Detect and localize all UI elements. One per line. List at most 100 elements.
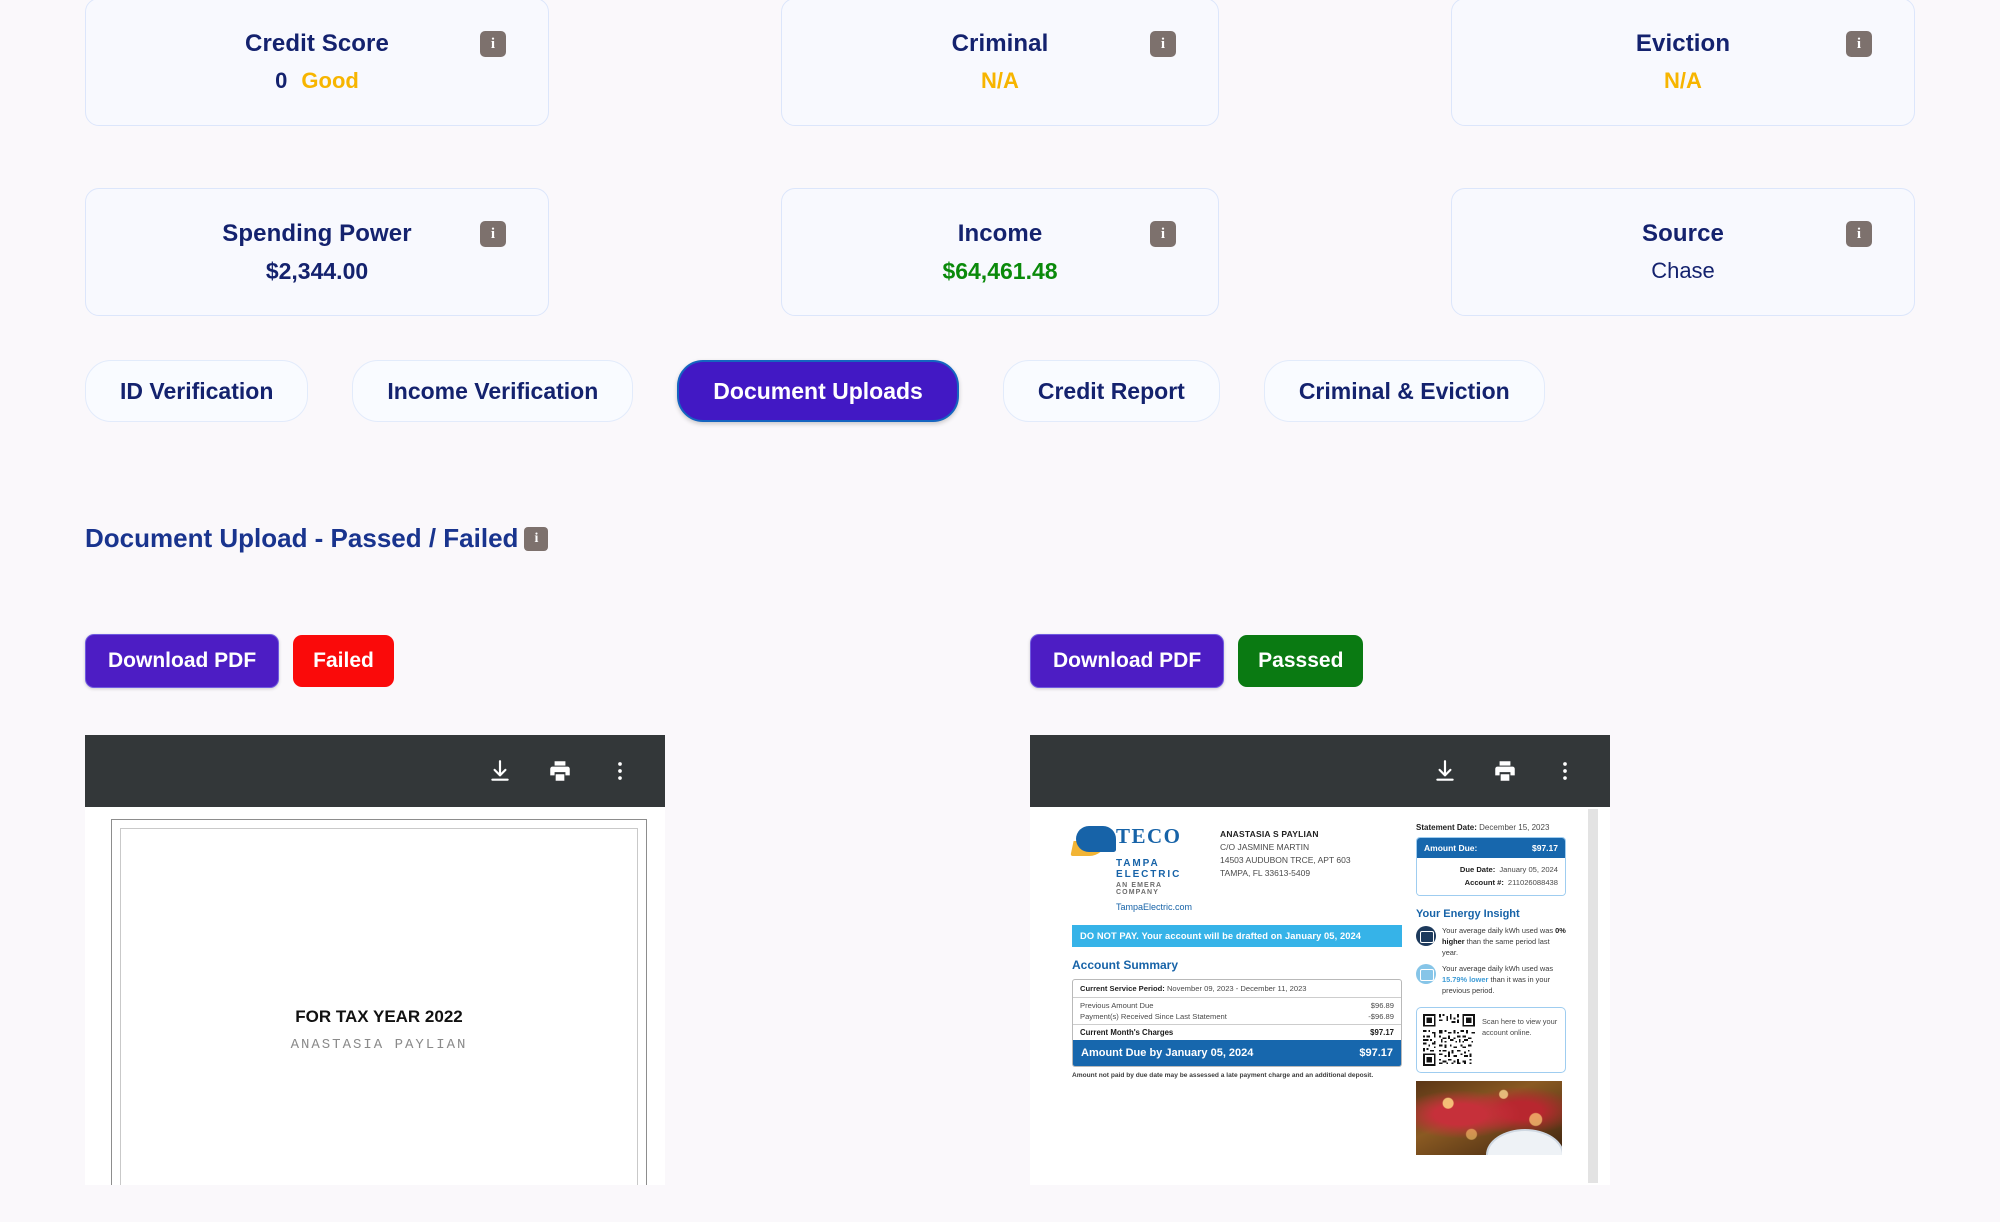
amount-due-row: Amount Due by January 05, 2024 $97.17 — [1073, 1040, 1401, 1066]
table-row: Payment(s) Received Since Last Statement… — [1073, 1010, 1401, 1024]
document-panel-2: Download PDF Passsed TECO TAMPA ELECTRIC… — [1030, 634, 1610, 1185]
customer-name: ANASTASIA S PAYLIAN — [1220, 829, 1319, 839]
status-badge[interactable]: Failed — [293, 635, 394, 687]
kpi-card-spending-power: Spending Power $2,344.00 i — [85, 188, 549, 316]
teco-logo-line3: AN EMERA COMPANY — [1116, 882, 1162, 896]
report-tabs: ID Verification Income Verification Docu… — [85, 360, 1545, 422]
account-number-line: Account #: 211026088438 — [1424, 877, 1558, 890]
chart-down-icon — [1416, 964, 1436, 985]
statement-date: Statement Date: December 15, 2023 — [1416, 823, 1566, 832]
bill-left-column: TECO TAMPA ELECTRIC AN EMERA COMPANY Tam… — [1070, 823, 1402, 1079]
energy-insight-text: Your average daily kWh used was 0% highe… — [1442, 926, 1566, 958]
qr-code-text: Scan here to view your account online. — [1482, 1017, 1558, 1038]
pdf-page-2: TECO TAMPA ELECTRIC AN EMERA COMPANY Tam… — [1030, 807, 1610, 1185]
customer-line-1: C/O JASMINE MARTIN — [1220, 841, 1310, 852]
energy-insight-item: Your average daily kWh used was 15.79% l… — [1416, 964, 1566, 996]
bill-right-column: Statement Date: December 15, 2023 Amount… — [1416, 823, 1566, 1156]
amount-due-label: Amount Due: — [1424, 843, 1478, 853]
promo-plate-shape — [1486, 1129, 1562, 1156]
service-period-row: Current Service Period: November 09, 202… — [1073, 980, 1401, 998]
tax-document-border: FOR TAX YEAR 2022 ANASTASIA PAYLIAN — [120, 828, 638, 1185]
kpi-title: Credit Score — [245, 30, 389, 57]
info-icon[interactable]: i — [524, 526, 549, 551]
info-icon[interactable]: i — [1150, 31, 1176, 57]
kpi-title: Income — [957, 219, 1043, 247]
print-icon[interactable] — [547, 758, 573, 784]
statement-date-value: December 15, 2023 — [1479, 823, 1550, 832]
download-icon[interactable] — [1432, 758, 1458, 784]
pdf-toolbar — [1030, 735, 1610, 807]
account-number-label: Account #: — [1464, 877, 1504, 887]
tab-id-verification[interactable]: ID Verification — [85, 360, 309, 422]
kpi-card-source: Source Chase i — [1451, 188, 1915, 316]
row-value: $97.17 — [1370, 1028, 1394, 1037]
due-date-line: Due Date: January 05, 2024 — [1424, 864, 1558, 877]
kpi-title: Spending Power — [222, 219, 412, 247]
kpi-title: Source — [1642, 220, 1724, 247]
download-pdf-button[interactable]: Download PDF — [1030, 634, 1225, 688]
download-icon[interactable] — [487, 758, 513, 784]
due-date-label: Due Date: — [1459, 865, 1496, 874]
due-date-value: January 05, 2024 — [1499, 865, 1558, 874]
tab-document-uploads[interactable]: Document Uploads — [677, 360, 959, 422]
kpi-value-row: N/A — [1664, 68, 1702, 94]
section-heading: Document Upload - Passed / Failed i — [85, 523, 549, 554]
kpi-card-income: Income $64,461.48 i — [781, 188, 1219, 316]
kpi-value-row: $64,461.48 — [942, 258, 1057, 285]
more-vertical-icon[interactable] — [1552, 758, 1578, 784]
promo-image — [1416, 1081, 1562, 1156]
kpi-value-row: N/A — [981, 68, 1019, 94]
energy-insight-text: Your average daily kWh used was 15.79% l… — [1442, 964, 1566, 996]
teco-swoosh-blue-icon — [1076, 826, 1116, 852]
energy-insight-heading: Your Energy Insight — [1416, 908, 1520, 921]
kpi-status: Chase — [1651, 258, 1715, 283]
info-icon[interactable]: i — [480, 221, 506, 247]
tab-criminal-eviction[interactable]: Criminal & Eviction — [1263, 360, 1545, 422]
teco-logo: TECO TAMPA ELECTRIC AN EMERA COMPANY Tam… — [1070, 823, 1204, 912]
kpi-status: $64,461.48 — [942, 257, 1058, 284]
tab-income-verification[interactable]: Income Verification — [352, 360, 634, 422]
kpi-value-row: Chase — [1651, 258, 1715, 284]
account-summary-table: Current Service Period: November 09, 202… — [1072, 979, 1402, 1067]
service-period-value: November 09, 2023 - December 11, 2023 — [1166, 984, 1307, 993]
status-badge[interactable]: Passsed — [1238, 635, 1364, 687]
info-icon[interactable]: i — [480, 31, 506, 57]
teco-logo-url: TampaElectric.com — [1116, 902, 1193, 912]
tab-credit-report[interactable]: Credit Report — [1002, 360, 1220, 422]
statement-date-label: Statement Date: — [1416, 823, 1477, 832]
document-panel-1: Download PDF Failed FOR TAX YEAR 2022 AN… — [85, 634, 665, 1185]
more-vertical-icon[interactable] — [607, 758, 633, 784]
download-pdf-button[interactable]: Download PDF — [85, 634, 280, 688]
kpi-value: $2,344.00 — [265, 257, 369, 284]
kpi-status: Good — [301, 68, 359, 93]
print-icon[interactable] — [1492, 758, 1518, 784]
amount-due-details: Due Date: January 05, 2024 Account #: 21… — [1417, 858, 1565, 896]
info-icon[interactable]: i — [1846, 221, 1872, 247]
bill-notice-banner: DO NOT PAY. Your account will be drafted… — [1072, 925, 1402, 947]
kpi-value-row: 0 Good — [275, 68, 359, 94]
bill-customer-address: ANASTASIA S PAYLIAN C/O JASMINE MARTIN 1… — [1220, 823, 1351, 880]
service-period-label: Current Service Period: — [1080, 984, 1165, 993]
info-icon[interactable]: i — [1846, 31, 1872, 57]
amount-due-box: Amount Due: $97.17 Due Date: January 05,… — [1416, 837, 1566, 897]
current-charges-row: Current Month's Charges $97.17 — [1073, 1024, 1401, 1040]
insight-emphasis: 15.79% lower — [1442, 974, 1489, 984]
kpi-status: N/A — [1664, 68, 1702, 93]
row-value: $96.89 — [1370, 1001, 1394, 1010]
late-payment-note: Amount not paid by due date may be asses… — [1072, 1072, 1374, 1079]
info-icon[interactable]: i — [1150, 221, 1176, 247]
row-label: Payment(s) Received Since Last Statement — [1080, 1012, 1227, 1021]
insight-pre: Your average daily kWh used was — [1442, 964, 1554, 974]
table-row: Previous Amount Due $96.89 — [1073, 998, 1401, 1010]
customer-line-2: 14503 AUDUBON TRCE, APT 603 — [1220, 854, 1351, 865]
row-value: -$96.89 — [1368, 1012, 1394, 1021]
utility-bill-page: TECO TAMPA ELECTRIC AN EMERA COMPANY Tam… — [1032, 809, 1598, 1183]
account-summary-heading: Account Summary — [1072, 958, 1179, 972]
bill-header: TECO TAMPA ELECTRIC AN EMERA COMPANY Tam… — [1070, 823, 1402, 912]
teco-logo-line2: TAMPA ELECTRIC — [1116, 858, 1182, 880]
qr-code-icon — [1423, 1014, 1475, 1067]
teco-logo-mark: TECO — [1070, 823, 1204, 857]
section-heading-label: Document Upload - Passed / Failed — [85, 523, 519, 553]
amount-due-value: $97.17 — [1532, 843, 1558, 853]
amount-due-label: Amount Due by January 05, 2024 — [1081, 1047, 1254, 1059]
